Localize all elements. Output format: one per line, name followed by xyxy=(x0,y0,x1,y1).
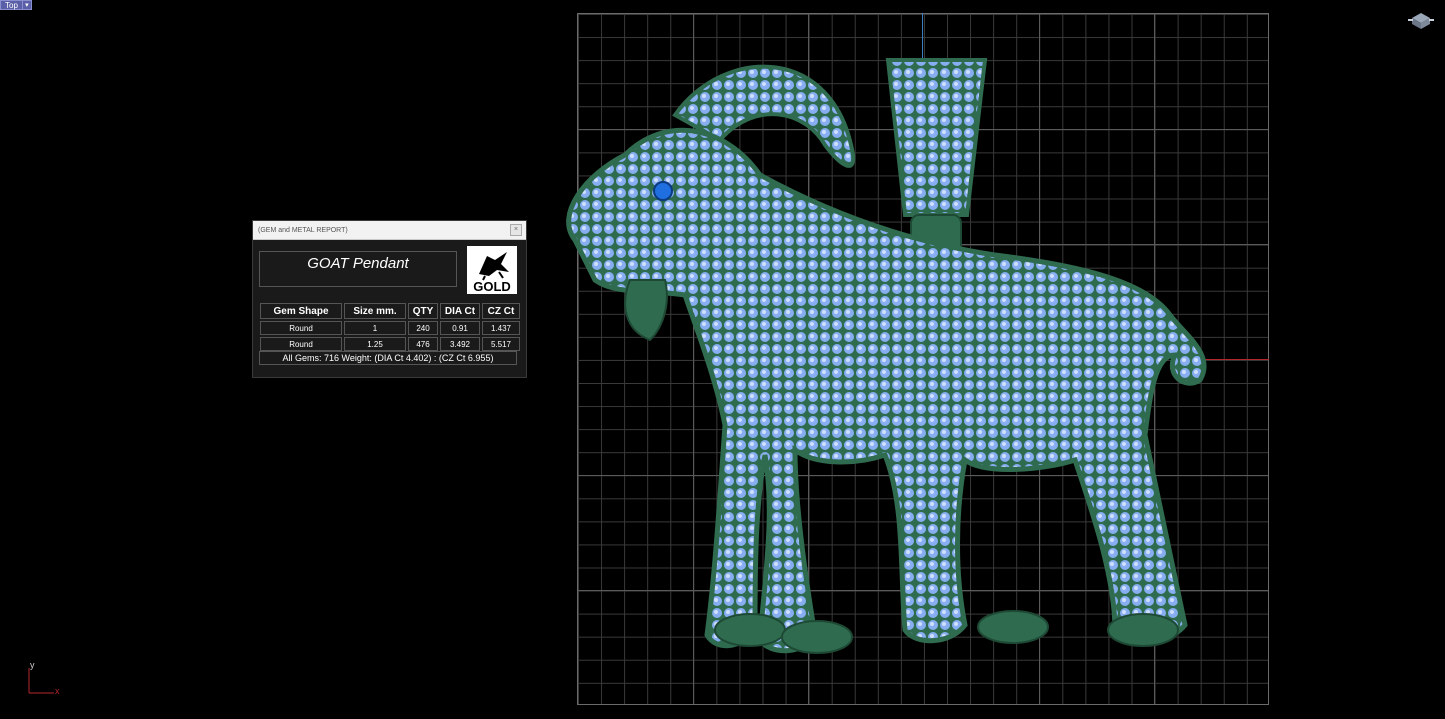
col-qty: QTY xyxy=(408,303,438,319)
table-row: Round 1.25 476 3.492 5.517 xyxy=(260,337,520,351)
viewport-label[interactable]: Top ▾ xyxy=(0,0,32,10)
hoof-front-right xyxy=(781,620,853,654)
table-row: Round 1 240 0.91 1.437 xyxy=(260,321,520,335)
svg-text:x: x xyxy=(55,686,60,696)
gem-table: Gem Shape Size mm. QTY DIA Ct CZ Ct Roun… xyxy=(258,301,522,353)
eye-gem xyxy=(653,181,673,201)
panel-titlebar[interactable]: (GEM and METAL REPORT) × xyxy=(253,221,526,240)
gem-metal-report-panel[interactable]: (GEM and METAL REPORT) × GOAT Pendant GO… xyxy=(252,220,527,378)
bail xyxy=(885,58,988,217)
goat-body xyxy=(566,127,1207,654)
col-dia-ct: DIA Ct xyxy=(440,303,480,319)
col-size: Size mm. xyxy=(344,303,406,319)
view-cube-icon[interactable] xyxy=(1408,11,1434,31)
viewport-name[interactable]: Top xyxy=(0,0,23,10)
col-cz-ct: CZ Ct xyxy=(482,303,520,319)
panel-title: (GEM and METAL REPORT) xyxy=(258,226,348,234)
product-title: GOAT Pendant xyxy=(259,251,457,287)
gems-summary: All Gems: 716 Weight: (DIA Ct 4.402) : (… xyxy=(259,351,517,365)
close-icon[interactable]: × xyxy=(510,224,522,236)
axis-indicator: y x xyxy=(28,660,60,696)
beard xyxy=(624,279,668,342)
viewport-dropdown-icon[interactable]: ▾ xyxy=(22,0,32,10)
hoof-back-right xyxy=(1107,613,1179,647)
svg-text:GOLD: GOLD xyxy=(473,279,511,294)
hoof-front-left xyxy=(714,613,786,647)
svg-text:y: y xyxy=(30,660,35,670)
gold-logo: GOLD xyxy=(467,246,517,294)
hoof-back-left xyxy=(977,610,1049,644)
goat-pendant-model[interactable] xyxy=(555,55,1215,660)
col-gem-shape: Gem Shape xyxy=(260,303,342,319)
